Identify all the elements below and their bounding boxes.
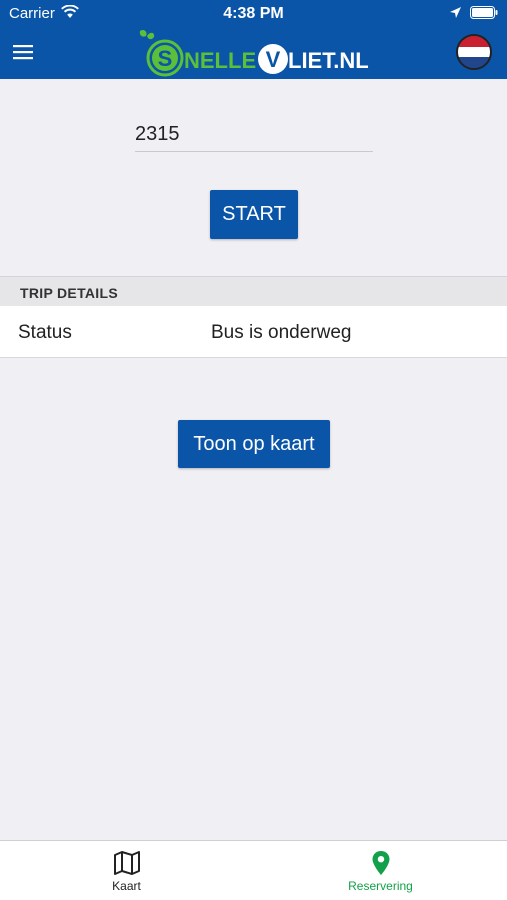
trip-status-row: Status Bus is onderweg	[0, 306, 507, 358]
app-header: Carrier 4:38 PM S NELLE V LIET.NL	[0, 0, 507, 79]
start-button[interactable]: START	[210, 190, 298, 239]
language-flag-nl-icon[interactable]	[456, 34, 492, 70]
location-pin-icon	[372, 851, 389, 875]
status-time: 4:38 PM	[223, 5, 284, 22]
svg-text:V: V	[266, 47, 281, 72]
nav-bar: S NELLE V LIET.NL	[0, 28, 507, 79]
menu-icon[interactable]	[13, 44, 33, 60]
tab-kaart-label: Kaart	[112, 879, 141, 893]
show-on-map-button[interactable]: Toon op kaart	[178, 420, 330, 468]
tab-kaart[interactable]: Kaart	[0, 841, 253, 900]
svg-text:NELLE: NELLE	[184, 48, 256, 73]
map-icon	[113, 851, 140, 875]
status-value: Bus is onderweg	[211, 322, 352, 343]
trip-details-header: TRIP DETAILS	[0, 276, 507, 306]
svg-text:S: S	[158, 46, 173, 71]
tab-reservering-label: Reservering	[348, 879, 413, 893]
svg-text:LIET.NL: LIET.NL	[288, 48, 369, 73]
status-label: Status	[18, 322, 72, 343]
status-bar: Carrier 4:38 PM	[0, 0, 507, 28]
battery-icon	[470, 6, 498, 19]
tab-bar: Kaart Reservering	[0, 840, 507, 900]
tab-reservering[interactable]: Reservering	[254, 841, 507, 900]
location-arrow-icon	[450, 7, 461, 18]
snellevliet-logo: S NELLE V LIET.NL	[139, 29, 369, 77]
reservation-code-input[interactable]	[135, 118, 373, 152]
